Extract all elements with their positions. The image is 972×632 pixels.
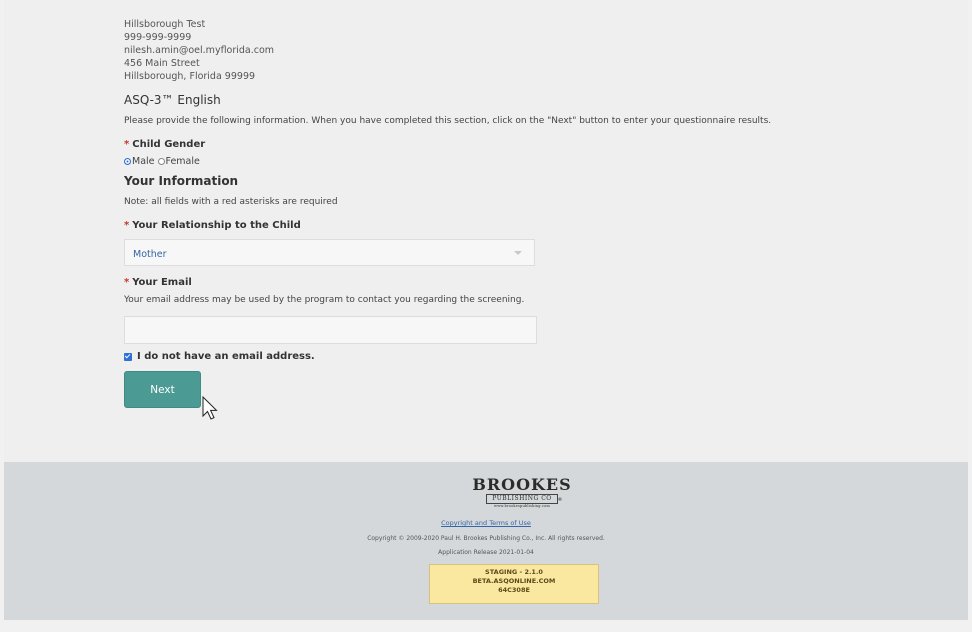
copyright-text: Copyright © 2009-2020 Paul H. Brookes Pu…	[367, 535, 605, 542]
gender-male-radio[interactable]	[124, 158, 131, 165]
logo-subtitle: PUBLISHING CO ®	[486, 494, 563, 504]
staging-build: 64C308E	[498, 586, 530, 594]
next-button[interactable]: Next	[124, 371, 201, 408]
email-input[interactable]	[124, 316, 537, 344]
relationship-selected-value: Mother	[133, 249, 167, 260]
logo-url: www.brookespublishing.com	[494, 504, 550, 508]
contact-city: Hillsborough, Florida 99999	[124, 71, 256, 82]
your-information-heading: Your Information	[124, 174, 239, 188]
staging-version: STAGING - 2.1.0	[485, 568, 543, 576]
contact-street: 456 Main Street	[124, 58, 200, 69]
staging-badge: STAGING - 2.1.0 BETA.ASQONLINE.COM 64C30…	[429, 564, 599, 604]
registered-icon: ®	[557, 497, 563, 503]
page-footer: BROOKES PUBLISHING CO ® www.brookespublis…	[4, 462, 968, 620]
brookes-logo[interactable]: BROOKES PUBLISHING CO ® www.brookespublis…	[470, 477, 574, 514]
main-content: Hillsborough Test 999-999-9999 nilesh.am…	[4, 0, 968, 462]
logo-subtitle-text: PUBLISHING CO	[492, 495, 552, 502]
form-container: Hillsborough Test 999-999-9999 nilesh.am…	[124, 18, 944, 408]
contact-email: nilesh.amin@oel.myflorida.com	[124, 45, 275, 56]
gender-male-label[interactable]: Male	[132, 156, 155, 167]
gender-female-label[interactable]: Female	[166, 156, 200, 167]
email-help-text: Your email address may be used by the pr…	[124, 295, 525, 305]
release-text: Application Release 2021-01-04	[438, 549, 534, 556]
contact-name: Hillsborough Test	[124, 19, 206, 30]
instructions-text: Please provide the following information…	[124, 116, 772, 126]
required-asterisk: *	[124, 220, 130, 231]
contact-phone: 999-999-9999	[124, 32, 192, 43]
contact-block: Hillsborough Test 999-999-9999 nilesh.am…	[124, 18, 944, 83]
no-email-checkbox-label[interactable]: I do not have an email address.	[137, 351, 315, 362]
email-label-text: Your Email	[132, 277, 192, 288]
required-fields-note: Note: all fields with a red asterisks ar…	[124, 197, 338, 207]
bottom-strip	[4, 620, 968, 632]
relationship-select[interactable]: Mother	[124, 239, 535, 266]
chevron-down-icon	[514, 251, 522, 255]
required-asterisk: *	[124, 139, 130, 150]
page-frame: Hillsborough Test 999-999-9999 nilesh.am…	[4, 0, 968, 632]
gender-female-radio[interactable]	[157, 158, 165, 165]
mouse-pointer-icon	[202, 396, 218, 420]
child-gender-label: * Child Gender	[124, 139, 944, 150]
relationship-label: * Your Relationship to the Child	[124, 220, 944, 231]
no-email-checkbox[interactable]	[124, 352, 132, 361]
child-gender-label-text: Child Gender	[132, 139, 206, 150]
staging-host: BETA.ASQONLINE.COM	[472, 577, 556, 585]
required-asterisk: *	[124, 277, 130, 288]
no-email-checkbox-row[interactable]: I do not have an email address.	[124, 351, 944, 362]
relationship-label-text: Your Relationship to the Child	[132, 220, 301, 231]
gender-radio-group: Male Female	[124, 156, 944, 167]
email-label: * Your Email	[124, 277, 944, 288]
logo-wordmark: BROOKES	[472, 475, 572, 494]
program-title: ASQ-3™ English	[124, 93, 221, 107]
copyright-terms-link[interactable]: Copyright and Terms of Use	[4, 519, 968, 527]
